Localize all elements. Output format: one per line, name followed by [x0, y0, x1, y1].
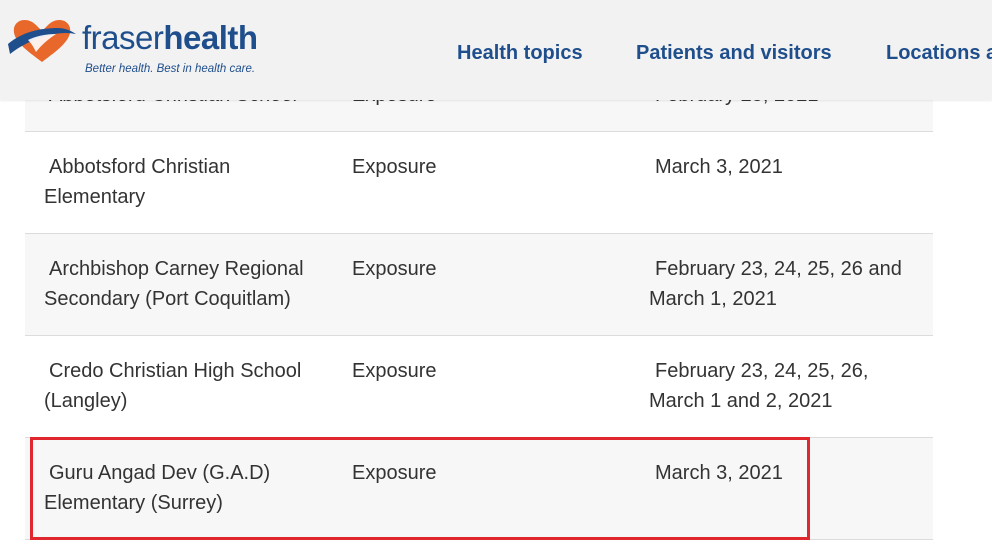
exposure-dates: February 23, 24, 25, 26, March 1 and 2, … — [649, 360, 869, 412]
table-row: Credo Christian High School (Langley) Ex… — [25, 336, 933, 438]
nav-patients-and-visitors[interactable]: Patients and visitors — [636, 42, 832, 65]
exposure-type: Exposure — [352, 156, 437, 178]
school-name: Guru Angad Dev (G.A.D) Elementary (Surre… — [44, 462, 271, 514]
school-exposures-table: Abbotsford Christian School Exposure Feb… — [25, 30, 933, 540]
exposure-type: Exposure — [352, 462, 437, 484]
school-name: Abbotsford Christian Elementary — [44, 156, 231, 208]
school-name: Credo Christian High School (Langley) — [44, 360, 302, 412]
site-header: fraserhealth Better health. Best in heal… — [0, 0, 992, 100]
nav-locations[interactable]: Locations a — [886, 42, 992, 65]
exposure-dates: March 3, 2021 — [655, 462, 783, 484]
nav-health-topics[interactable]: Health topics — [457, 42, 583, 65]
table-row: Guru Angad Dev (G.A.D) Elementary (Surre… — [25, 438, 933, 540]
exposure-dates: March 3, 2021 — [655, 156, 783, 178]
exposure-type: Exposure — [352, 360, 437, 382]
school-name: Archbishop Carney Regional Secondary (Po… — [44, 258, 304, 310]
table-row: Archbishop Carney Regional Secondary (Po… — [25, 234, 933, 336]
exposure-dates: February 23, 24, 25, 26 and March 1, 202… — [649, 258, 902, 310]
exposure-type: Exposure — [352, 258, 437, 280]
main-nav: Health topics Patients and visitors Loca… — [0, 42, 992, 66]
table-row: Abbotsford Christian Elementary Exposure… — [25, 132, 933, 234]
